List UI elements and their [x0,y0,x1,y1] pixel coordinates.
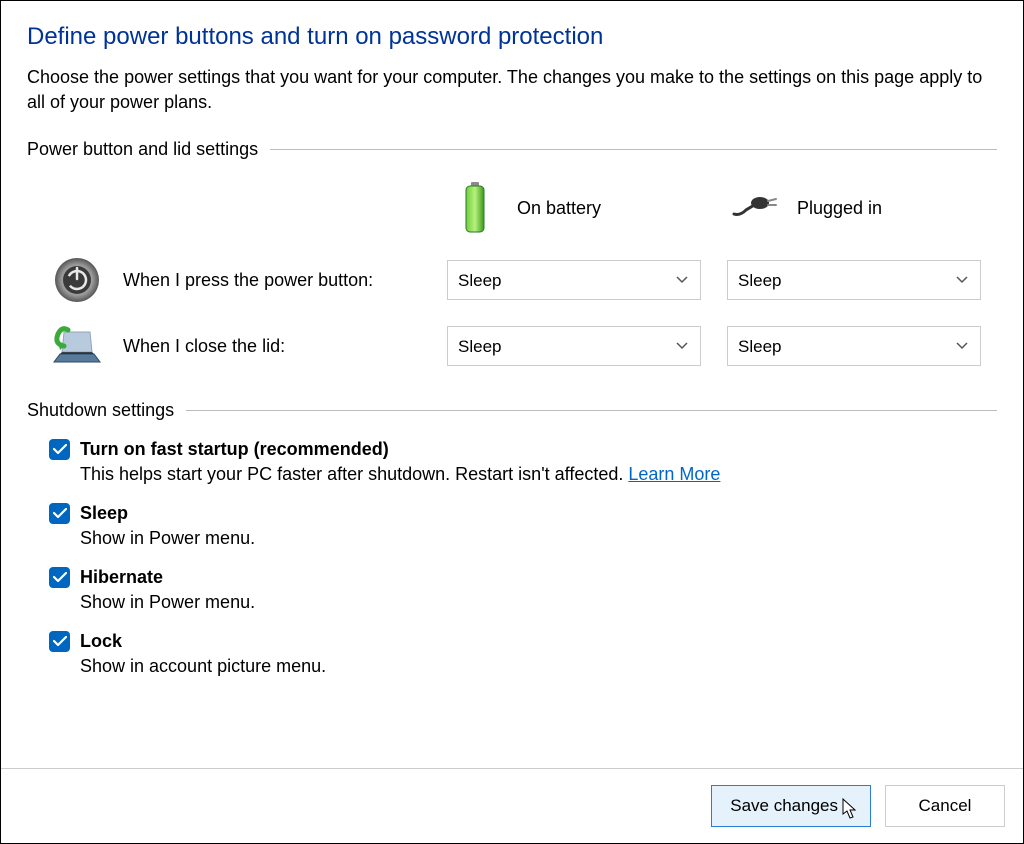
close-lid-battery-select[interactable]: Sleep [447,326,701,366]
row-close-lid: When I close the lid: [27,322,447,370]
shutdown-item-sleep: Sleep Show in Power menu. [49,503,997,549]
save-changes-button[interactable]: Save changes [711,785,871,827]
shutdown-item-lock: Lock Show in account picture menu. [49,631,997,677]
checkbox-fast-startup[interactable] [49,439,70,460]
battery-icon [447,180,503,236]
column-header-plugged: Plugged in [727,178,1007,238]
close-lid-plugged-select[interactable]: Sleep [727,326,981,366]
learn-more-link[interactable]: Learn More [628,464,720,484]
power-button-icon [49,256,105,304]
laptop-lid-icon [49,326,105,366]
plug-icon [727,196,783,220]
checkbox-sleep[interactable] [49,503,70,524]
power-button-battery-select[interactable]: Sleep [447,260,701,300]
checkbox-lock[interactable] [49,631,70,652]
cursor-icon [842,798,860,820]
power-button-plugged-select[interactable]: Sleep [727,260,981,300]
row-power-button: When I press the power button: [27,256,447,304]
dialog-footer: Save changes Cancel [1,768,1023,843]
section-header-power: Power button and lid settings [27,139,997,160]
page-title: Define power buttons and turn on passwor… [27,23,997,51]
shutdown-item-fast-startup: Turn on fast startup (recommended) This … [49,439,997,485]
page-description: Choose the power settings that you want … [27,65,997,115]
checkbox-hibernate[interactable] [49,567,70,588]
shutdown-item-hibernate: Hibernate Show in Power menu. [49,567,997,613]
column-header-battery: On battery [447,178,727,238]
cancel-button[interactable]: Cancel [885,785,1005,827]
section-header-shutdown: Shutdown settings [27,400,997,421]
